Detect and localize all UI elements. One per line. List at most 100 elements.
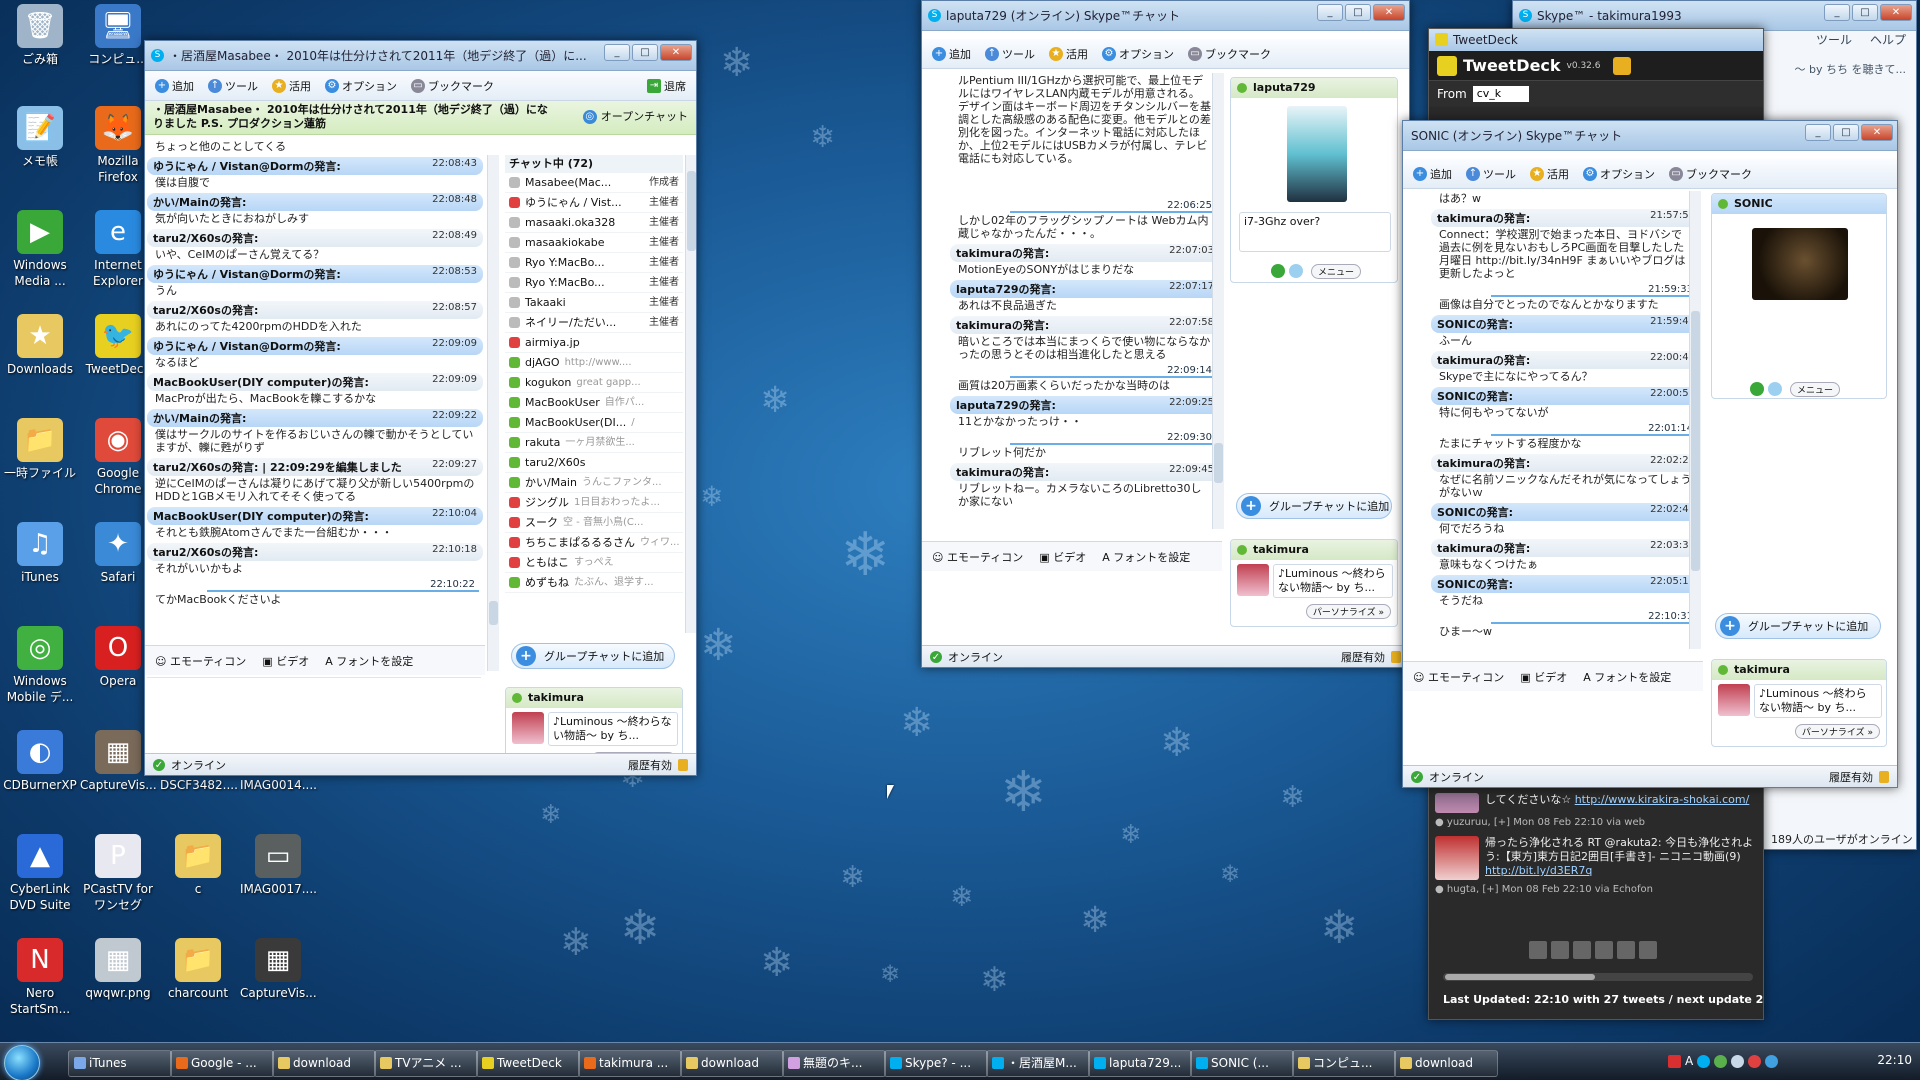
taskbar-item[interactable]: Skype? - ... xyxy=(884,1050,988,1077)
menu-tools[interactable]: ツール xyxy=(1816,31,1852,48)
title-bar[interactable]: TweetDeck xyxy=(1429,29,1763,51)
video-call-icon[interactable] xyxy=(1289,264,1303,278)
trash-icon[interactable] xyxy=(1617,941,1635,959)
avatar[interactable] xyxy=(1435,793,1479,813)
taskbar-item[interactable]: takimura ... xyxy=(578,1050,682,1077)
video-button[interactable]: ▣ ビデオ xyxy=(1520,669,1567,685)
maximize-button[interactable]: □ xyxy=(632,44,658,61)
tweet-item[interactable]: 帰ったら浄化される RT @rakuta2: 今日も浄化されよう:【東方]東方日… xyxy=(1429,832,1763,884)
tweet-link[interactable]: http://www.kirakira-shokai.com/ xyxy=(1575,793,1750,806)
member-item[interactable]: ネイリー/ただい... 主催者 xyxy=(505,313,683,333)
tools-button[interactable]: ↑ ツール xyxy=(985,46,1035,62)
taskbar-item[interactable]: TweetDeck xyxy=(476,1050,580,1077)
options-button[interactable]: ⚙ オプション xyxy=(325,78,397,94)
title-bar[interactable]: S ・居酒屋Masabee・ 2010年は仕分けされて2011年（地デジ終了（過… xyxy=(145,41,696,71)
laputa-chat-window[interactable]: S laputa729 (オンライン) Skype™チャット _ □ ✕ + 追加 ↑… xyxy=(921,0,1410,668)
member-item[interactable]: Masabee(Mac... 作成者 xyxy=(505,173,683,193)
personalize-button[interactable]: パーソナライズ » xyxy=(1305,604,1391,619)
taskbar-item[interactable]: ・居酒屋M... xyxy=(986,1050,1090,1077)
compose-icon[interactable] xyxy=(1612,56,1631,75)
add-button[interactable]: + 追加 xyxy=(932,46,971,62)
member-scrollbar[interactable] xyxy=(685,155,696,633)
add-to-group-button[interactable]: + グループチャットに追加 xyxy=(511,643,675,669)
member-item[interactable]: Takaaki 主催者 xyxy=(505,293,683,313)
close-button[interactable]: ✕ xyxy=(1861,124,1893,141)
leave-button[interactable]: ⇥ 退席 xyxy=(647,78,686,94)
horizontal-scrollbar[interactable] xyxy=(1443,973,1753,981)
use-button[interactable]: ★ 活用 xyxy=(272,78,311,94)
emoticon-button[interactable]: ☺ エモーティコン xyxy=(1413,669,1504,685)
member-item[interactable]: rakuta 一ヶ月禁欲生... xyxy=(505,433,683,453)
reply-icon[interactable] xyxy=(1529,941,1547,959)
font-button[interactable]: A フォントを設定 xyxy=(325,653,413,669)
member-item[interactable]: ジングル 1日目おわったよ... xyxy=(505,493,683,513)
start-button[interactable] xyxy=(4,1045,40,1080)
network-icon[interactable] xyxy=(1714,1055,1728,1068)
status-selector[interactable]: ✓ オンライン xyxy=(153,757,226,773)
my-profile-card[interactable]: takimura ♪Luminous ～終わらない物語～ by ち... パーソ… xyxy=(1711,659,1887,747)
my-profile-card[interactable]: takimura ♪Luminous ～終わらない物語～ by ち... パーソ… xyxy=(1230,539,1398,627)
bookmark-button[interactable]: ▭ ブックマーク xyxy=(411,78,494,94)
update-icon[interactable] xyxy=(1748,1055,1762,1068)
taskbar-item[interactable]: 無題のキ... xyxy=(782,1050,886,1077)
member-list[interactable]: チャット中 (72) Masabee(Mac... 作成者 ゆうにゃん / Vist… xyxy=(505,155,683,633)
member-item[interactable]: ゆうにゃん / Vist... 主催者 xyxy=(505,193,683,213)
member-item[interactable]: Ryo Y:MacBo... 主催者 xyxy=(505,253,683,273)
taskbar-item[interactable]: download xyxy=(680,1050,784,1077)
member-item[interactable]: ともはこ すっぺえ xyxy=(505,553,683,573)
use-button[interactable]: ★ 活用 xyxy=(1049,46,1088,62)
emoticon-button[interactable]: ☺ エモーティコン xyxy=(932,549,1023,565)
tweet-item[interactable]: してくださいな☆ http://www.kirakira-shokai.com/ xyxy=(1429,789,1763,817)
taskbar-item[interactable]: Google - ... xyxy=(170,1050,274,1077)
options-button[interactable]: ⚙ オプション xyxy=(1583,166,1655,182)
minimize-button[interactable]: _ xyxy=(1805,124,1831,141)
message-scrollbar[interactable] xyxy=(487,155,499,671)
emoticon-button[interactable]: ☺ エモーティコン xyxy=(155,653,246,669)
video-button[interactable]: ▣ ビデオ xyxy=(262,653,309,669)
message-list[interactable]: はあ？w takimuraの発言: 21:57:54 Connect：学校選別で始ま… xyxy=(1431,191,1701,649)
font-button[interactable]: A フォントを設定 xyxy=(1102,549,1190,565)
member-item[interactable]: MacBookUser(DI... / xyxy=(505,413,683,433)
avatar[interactable] xyxy=(1752,228,1848,300)
bookmark-button[interactable]: ▭ ブックマーク xyxy=(1669,166,1752,182)
message-input[interactable] xyxy=(1405,693,1701,753)
maximize-button[interactable]: □ xyxy=(1852,4,1878,21)
tweet-link[interactable]: http://bit.ly/d3ER7q xyxy=(1485,864,1592,877)
member-item[interactable]: スーク空 - 音無小鳥(C... xyxy=(505,513,683,533)
desktop-shortcut[interactable]: ▭ IMAG0017.... xyxy=(240,834,317,897)
personalize-button[interactable]: パーソナライズ » xyxy=(1794,724,1880,739)
call-icon[interactable] xyxy=(1271,264,1285,278)
tools-button[interactable]: ↑ ツール xyxy=(1466,166,1516,182)
minimize-button[interactable]: _ xyxy=(604,44,630,61)
desktop-shortcut[interactable]: 📝 メモ帳 xyxy=(2,106,78,169)
member-item[interactable]: taru2/X60s xyxy=(505,453,683,473)
member-item[interactable]: MacBookUser 自作パ... xyxy=(505,393,683,413)
close-button[interactable]: ✕ xyxy=(660,44,692,61)
font-button[interactable]: A フォントを設定 xyxy=(1583,669,1671,685)
desktop-shortcut[interactable]: ▶ Windows Media ... xyxy=(2,210,78,289)
minimize-button[interactable]: _ xyxy=(1317,4,1343,21)
taskbar-item[interactable]: download xyxy=(1394,1050,1498,1077)
use-button[interactable]: ★ 活用 xyxy=(1530,166,1569,182)
volume-icon[interactable] xyxy=(1731,1055,1745,1068)
desktop-shortcut[interactable]: 📁 c xyxy=(160,834,236,897)
taskbar-item[interactable]: laputa729... xyxy=(1088,1050,1192,1077)
member-item[interactable]: かい/Main うんこファンタ... xyxy=(505,473,683,493)
member-item[interactable]: masaakiokabe 主催者 xyxy=(505,233,683,253)
video-call-icon[interactable] xyxy=(1768,382,1782,396)
desktop-shortcut[interactable]: 🗑 ごみ箱 xyxy=(2,4,78,67)
sonic-chat-window[interactable]: SONIC (オンライン) Skype™チャット _ □ ✕ + 追加 ↑ ツール ★ 活… xyxy=(1402,120,1898,788)
call-icon[interactable] xyxy=(1750,382,1764,396)
avatar[interactable] xyxy=(512,712,544,744)
minimize-button[interactable]: _ xyxy=(1824,4,1850,21)
desktop-shortcut[interactable]: ▲ CyberLink DVD Suite xyxy=(2,834,78,913)
avatar[interactable] xyxy=(1718,684,1750,716)
member-item[interactable]: kogukon great gapp... xyxy=(505,373,683,393)
message-scrollbar[interactable] xyxy=(1212,73,1224,529)
add-button[interactable]: + 追加 xyxy=(1413,166,1452,182)
taskbar-item[interactable]: iTunes xyxy=(68,1050,172,1077)
options-button[interactable]: ⚙ オプション xyxy=(1102,46,1174,62)
group-chat-window[interactable]: S ・居酒屋Masabee・ 2010年は仕分けされて2011年（地デジ終了（過… xyxy=(144,40,697,776)
taskbar-item[interactable]: TVアニメ ... xyxy=(374,1050,478,1077)
taskbar-item[interactable]: コンピュ... xyxy=(1292,1050,1396,1077)
